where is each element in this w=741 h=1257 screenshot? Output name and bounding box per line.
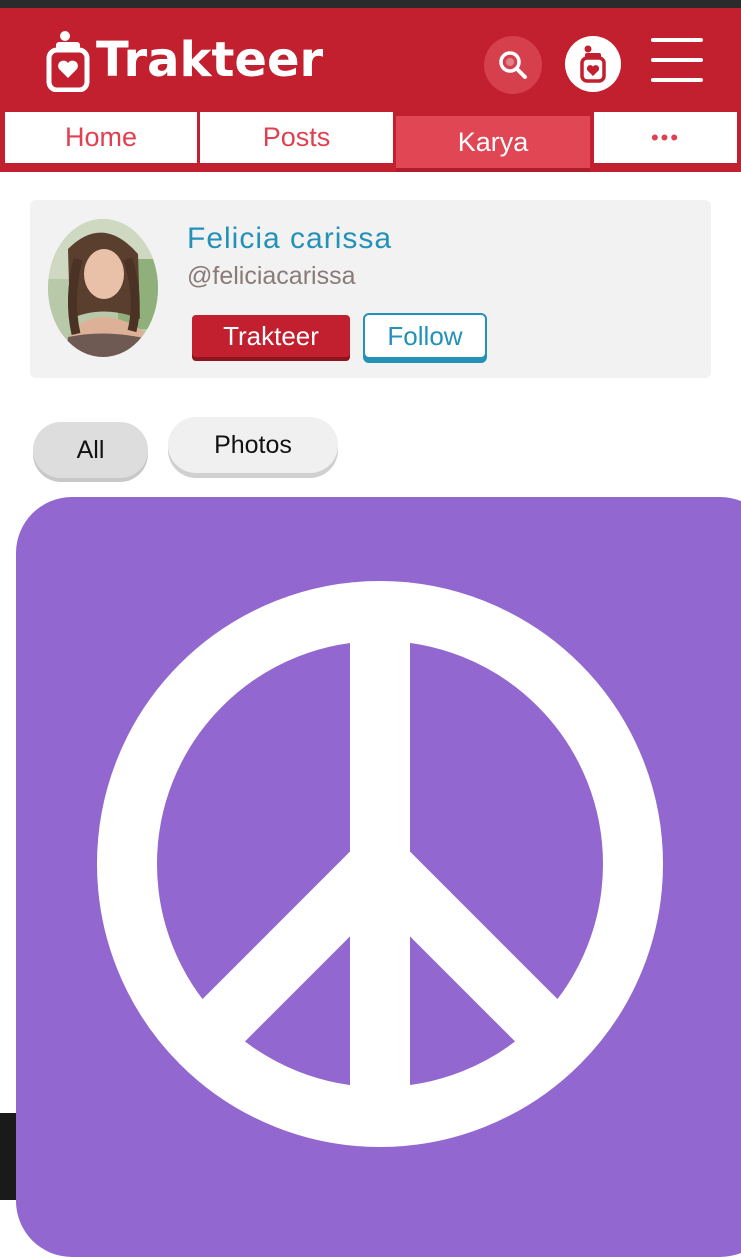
menu-line bbox=[651, 58, 703, 62]
search-button[interactable] bbox=[484, 36, 542, 94]
avatar[interactable] bbox=[48, 219, 158, 357]
brand-logo[interactable]: Trakteer bbox=[46, 30, 323, 94]
hamburger-menu-icon[interactable] bbox=[651, 38, 703, 82]
search-icon bbox=[499, 51, 527, 79]
tab-posts[interactable]: Posts bbox=[200, 112, 393, 163]
filter-all[interactable]: All bbox=[33, 422, 148, 478]
jar-logo-icon bbox=[46, 31, 90, 92]
tab-more[interactable]: ••• bbox=[594, 112, 737, 163]
media-item[interactable] bbox=[16, 497, 741, 1257]
tab-home[interactable]: Home bbox=[5, 112, 197, 163]
avatar-image bbox=[48, 219, 158, 357]
filter-photos[interactable]: Photos bbox=[168, 417, 338, 473]
creator-name[interactable]: Felicia carissa bbox=[187, 222, 392, 256]
tab-karya[interactable]: Karya bbox=[396, 116, 590, 168]
menu-line bbox=[651, 78, 703, 82]
profile-tabs: Home Posts Karya ••• bbox=[0, 108, 741, 172]
app-header: Trakteer bbox=[0, 8, 741, 108]
trakteer-jar-button[interactable] bbox=[565, 36, 621, 92]
status-strip bbox=[0, 0, 741, 8]
peace-symbol-icon bbox=[97, 581, 663, 1147]
jar-icon bbox=[580, 45, 606, 83]
brand-name: Trakteer bbox=[96, 32, 324, 88]
menu-line bbox=[651, 38, 703, 42]
creator-profile-card: Felicia carissa @feliciacarissa Trakteer… bbox=[30, 200, 711, 378]
follow-button[interactable]: Follow bbox=[363, 313, 487, 359]
creator-handle: @feliciacarissa bbox=[187, 262, 356, 290]
trakteer-button[interactable]: Trakteer bbox=[192, 315, 350, 357]
